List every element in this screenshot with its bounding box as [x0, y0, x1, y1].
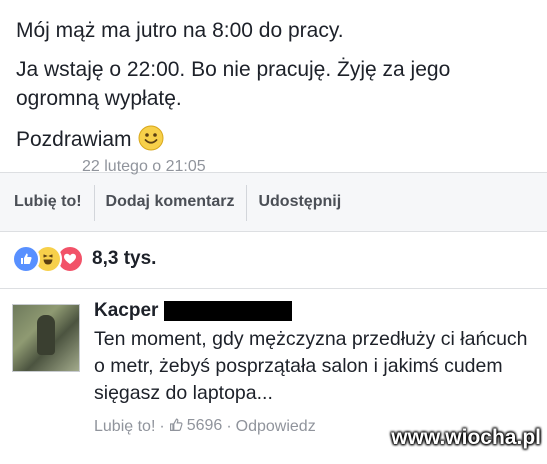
redacted-surname-bar [164, 301, 293, 321]
post-line-1: Mój mąż ma jutro na 8:00 do pracy. [16, 19, 344, 42]
smiley-emoji-icon [138, 125, 164, 159]
watermark: www.wiocha.pl [391, 426, 541, 449]
post-line-2: Ja wstaję o 22:00. Bo nie pracuję. Żyję … [16, 58, 451, 110]
section-divider [0, 288, 547, 289]
comment-body: Kacper Ten moment, gdy mężczyzna przedłu… [94, 298, 539, 437]
comment-reply-link[interactable]: Odpowiedz [236, 418, 316, 436]
comment-like-count[interactable]: 5696 [169, 417, 222, 437]
share-button[interactable]: Udostępnij [246, 185, 353, 221]
commenter-avatar[interactable] [12, 304, 80, 372]
comment-text: Ten moment, gdy mężczyzna przedłuży ci ł… [94, 328, 528, 404]
comment-like-link[interactable]: Lubię to! [94, 418, 155, 436]
post-body: Mój mąż ma jutro na 8:00 do pracy. Ja ws… [0, 0, 547, 159]
post-action-bar: Lubię to! Dodaj komentarz Udostępnij [0, 172, 547, 232]
post-greeting: Pozdrawiam [16, 128, 132, 151]
comment-button[interactable]: Dodaj komentarz [93, 185, 247, 221]
reactions-count: 8,3 tys. [92, 248, 157, 269]
like-button[interactable]: Lubię to! [0, 193, 94, 211]
reactions-summary[interactable]: 8,3 tys. [12, 244, 156, 274]
comment-author[interactable]: Kacper [94, 298, 539, 324]
comment-author-name: Kacper [94, 300, 159, 321]
thumbs-up-icon [169, 417, 184, 437]
comment-timestamp[interactable]: 22 lutego o 21:05 [82, 158, 206, 176]
like-reaction-icon [12, 245, 40, 273]
post-line-3: Pozdrawiam [16, 125, 533, 159]
